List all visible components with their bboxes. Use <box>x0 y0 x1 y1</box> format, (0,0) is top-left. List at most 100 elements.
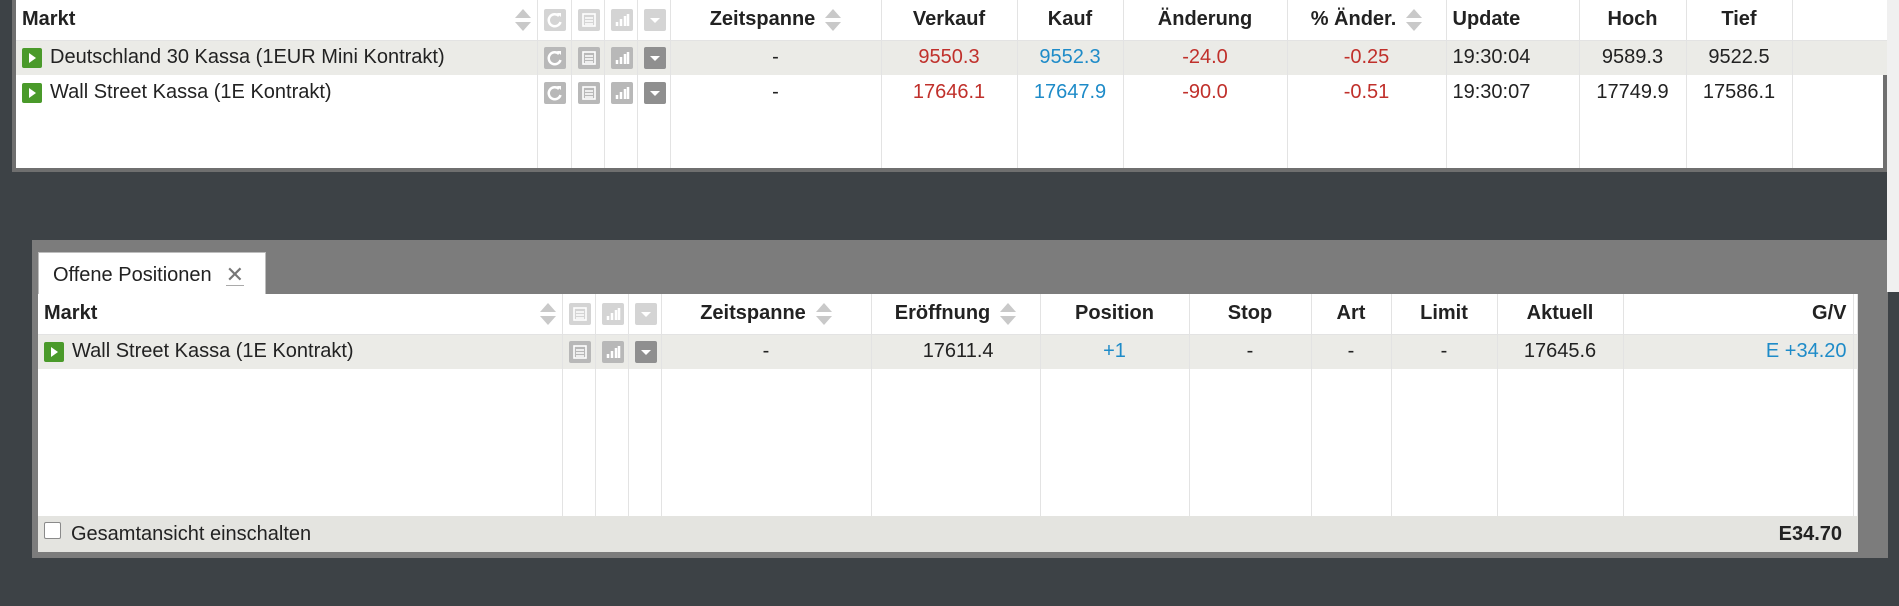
row-refresh-cell[interactable] <box>537 40 572 75</box>
column-header-market[interactable]: Markt <box>38 294 563 335</box>
info-sheet-icon <box>568 302 591 325</box>
chart-icon <box>610 8 633 31</box>
filler-cell <box>1686 110 1793 168</box>
refresh-icon[interactable] <box>543 46 566 69</box>
column-header-stop[interactable]: Stop <box>1189 294 1312 335</box>
filler-cell <box>661 369 872 516</box>
close-icon[interactable]: ✕ <box>225 264 245 286</box>
position-size-cell[interactable]: +1 <box>1040 334 1190 369</box>
dropdown-icon[interactable] <box>634 340 657 363</box>
dropdown-icon <box>634 302 657 325</box>
filler-cell <box>1017 110 1124 168</box>
filler-cell <box>1189 369 1312 516</box>
stop-cell[interactable]: - <box>1189 334 1312 369</box>
timeframe-cell: - <box>661 334 872 369</box>
column-header-buy[interactable]: Kauf <box>1017 0 1124 41</box>
column-header-market[interactable]: Markt <box>16 0 538 41</box>
pnl-cell: E +34.20 <box>1623 334 1854 369</box>
row-chart-cell[interactable] <box>595 334 629 369</box>
sort-icon[interactable] <box>815 301 832 327</box>
play-icon[interactable] <box>22 47 42 68</box>
market-cell[interactable]: Wall Street Kassa (1E Kontrakt) <box>16 75 538 110</box>
filler-row <box>16 110 1899 168</box>
buy-price-cell[interactable]: 17647.9 <box>1017 75 1124 110</box>
table-row[interactable]: Wall Street Kassa (1E Kontrakt) - 17646.… <box>16 75 1899 110</box>
page-scrollbar[interactable] <box>1887 0 1899 292</box>
column-header-high[interactable]: Hoch <box>1579 0 1687 41</box>
overview-checkbox[interactable] <box>44 521 61 539</box>
header-chart-cell <box>595 294 629 335</box>
scrollbar-thumb[interactable] <box>1887 0 1899 292</box>
column-header-low[interactable]: Tief <box>1686 0 1793 41</box>
filler-cell <box>1446 110 1580 168</box>
sort-icon[interactable] <box>514 7 531 33</box>
row-info-cell[interactable] <box>571 40 605 75</box>
update-time-cell: 19:30:07 <box>1446 75 1580 110</box>
type-cell: - <box>1311 334 1392 369</box>
info-sheet-icon[interactable] <box>577 81 600 104</box>
header-chart-cell <box>604 0 638 41</box>
row-info-cell[interactable] <box>562 334 596 369</box>
row-refresh-cell[interactable] <box>537 75 572 110</box>
chart-icon[interactable] <box>601 340 624 363</box>
filler-cell <box>628 369 662 516</box>
play-icon[interactable] <box>22 82 42 103</box>
sort-icon[interactable] <box>825 7 842 33</box>
dropdown-icon[interactable] <box>643 46 666 69</box>
row-dropdown-cell[interactable] <box>637 40 671 75</box>
pct-change-cell: -0.51 <box>1287 75 1447 110</box>
row-chart-cell[interactable] <box>604 40 638 75</box>
column-header-limit[interactable]: Limit <box>1391 294 1498 335</box>
header-info-cell <box>571 0 605 41</box>
pct-change-cell: -0.25 <box>1287 40 1447 75</box>
sell-price-cell[interactable]: 17646.1 <box>881 75 1018 110</box>
row-info-cell[interactable] <box>571 75 605 110</box>
column-header-pct-change[interactable]: % Änder. <box>1287 0 1447 41</box>
table-row[interactable]: Deutschland 30 Kassa (1EUR Mini Kontrakt… <box>16 40 1899 75</box>
table-row[interactable]: Wall Street Kassa (1E Kontrakt) - 17611.… <box>38 334 1858 369</box>
sort-icon[interactable] <box>539 301 556 327</box>
column-header-update[interactable]: Update <box>1446 0 1580 41</box>
column-header-pnl[interactable]: G/V <box>1623 294 1854 335</box>
column-header-timeframe[interactable]: Zeitspanne <box>670 0 882 41</box>
chart-icon[interactable] <box>610 81 633 104</box>
buy-price-cell[interactable]: 9552.3 <box>1017 40 1124 75</box>
play-icon[interactable] <box>44 341 64 362</box>
dropdown-icon[interactable] <box>643 81 666 104</box>
overview-label[interactable]: Gesamtansicht einschalten <box>71 523 311 546</box>
watchlist-table: Markt Zeitspanne Verkauf Kauf Änderung %… <box>16 0 1899 168</box>
filler-cell <box>1123 110 1288 168</box>
filler-cell <box>1311 369 1392 516</box>
watchlist-header-row: Markt Zeitspanne Verkauf Kauf Änderung %… <box>16 0 1899 41</box>
empty-cell <box>1792 40 1899 75</box>
column-header-change[interactable]: Änderung <box>1123 0 1288 41</box>
row-dropdown-cell[interactable] <box>637 75 671 110</box>
low-cell: 17586.1 <box>1686 75 1793 110</box>
market-cell[interactable]: Wall Street Kassa (1E Kontrakt) <box>38 334 563 369</box>
filler-cell <box>1853 369 1858 516</box>
info-sheet-icon[interactable] <box>577 46 600 69</box>
column-header-timeframe[interactable]: Zeitspanne <box>661 294 872 335</box>
chart-icon[interactable] <box>610 46 633 69</box>
market-cell[interactable]: Deutschland 30 Kassa (1EUR Mini Kontrakt… <box>16 40 538 75</box>
column-header-type[interactable]: Art <box>1311 294 1392 335</box>
watchlist-panel: Markt Zeitspanne Verkauf Kauf Änderung %… <box>12 0 1899 172</box>
info-sheet-icon[interactable] <box>568 340 591 363</box>
tab-open-positions[interactable]: Offene Positionen ✕ <box>38 252 266 298</box>
column-header-position[interactable]: Position <box>1040 294 1190 335</box>
refresh-icon[interactable] <box>543 81 566 104</box>
row-chart-cell[interactable] <box>604 75 638 110</box>
sort-icon[interactable] <box>1000 301 1017 327</box>
sell-price-cell[interactable]: 9550.3 <box>881 40 1018 75</box>
filler-cell <box>1497 369 1624 516</box>
filler-row <box>38 369 1858 516</box>
row-dropdown-cell[interactable] <box>628 334 662 369</box>
column-header-current[interactable]: Aktuell <box>1497 294 1624 335</box>
column-header-sell[interactable]: Verkauf <box>881 0 1018 41</box>
limit-cell[interactable]: - <box>1391 334 1498 369</box>
sort-icon[interactable] <box>1406 7 1423 33</box>
column-header-opening[interactable]: Eröffnung <box>871 294 1041 335</box>
filler-cell <box>1579 110 1687 168</box>
filler-cell <box>1040 369 1190 516</box>
timeframe-cell: - <box>670 40 882 75</box>
